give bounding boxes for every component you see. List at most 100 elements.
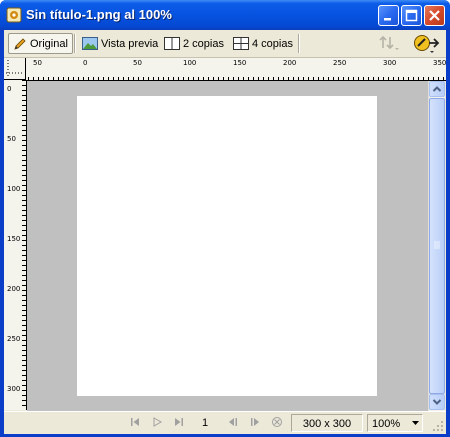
vertical-ruler[interactable]: 0 50 100 150 200 250 300 (4, 80, 27, 410)
stop-button[interactable] (270, 416, 284, 430)
ruler-label: 300 (383, 59, 397, 67)
ruler-tick (22, 370, 26, 371)
tab-2-up[interactable]: 2 copias (160, 33, 228, 54)
close-icon (429, 10, 440, 21)
minimize-icon (384, 18, 391, 21)
ruler-tick (338, 77, 339, 80)
ruler-tick (293, 77, 294, 80)
ruler-corner[interactable] (4, 58, 26, 80)
resize-grip-icon[interactable] (432, 420, 444, 432)
last-frame-button[interactable] (172, 416, 186, 430)
ruler-tick (22, 175, 26, 176)
ruler-tick (22, 360, 26, 361)
ruler-tick (53, 77, 54, 80)
ruler-tick (158, 77, 159, 80)
title-bar[interactable]: Sin título-1.png al 100% (0, 0, 450, 30)
ruler-tick (22, 190, 26, 191)
ruler-tick (22, 330, 26, 331)
ruler-tick (22, 210, 26, 211)
ruler-tick (93, 77, 94, 80)
ruler-tick (68, 77, 69, 80)
grip-icon (434, 241, 440, 249)
four-panes-icon (233, 37, 249, 50)
minimize-button[interactable] (378, 5, 399, 26)
ruler-tick (22, 115, 26, 116)
ruler-tick (28, 77, 29, 80)
ruler-tick (22, 350, 26, 351)
ruler-tick (418, 77, 419, 80)
status-bar: 1 300 x 300 100% (4, 411, 446, 434)
document-canvas[interactable] (77, 96, 377, 396)
maximize-icon (405, 9, 418, 22)
tab-original[interactable]: Original (8, 33, 73, 54)
ruler-tick (22, 170, 26, 171)
ruler-tick (403, 77, 404, 80)
ruler-tick (98, 77, 99, 80)
ruler-tick (363, 77, 364, 80)
tab-preview[interactable]: Vista previa (78, 33, 162, 54)
ruler-tick (22, 225, 26, 226)
first-frame-button[interactable] (128, 416, 142, 430)
ruler-tick (22, 120, 26, 121)
ruler-tick (283, 77, 284, 80)
scroll-thumb[interactable] (429, 98, 445, 394)
ruler-tick (22, 200, 26, 201)
ruler-tick (22, 290, 26, 291)
ruler-label: 100 (183, 59, 197, 67)
ruler-tick (273, 77, 274, 80)
ruler-tick (343, 77, 344, 80)
ruler-tick (313, 77, 314, 80)
landscape-image-icon (82, 37, 98, 50)
canvas-pasteboard[interactable] (27, 81, 428, 411)
ruler-tick (22, 295, 26, 296)
scroll-up-button[interactable] (429, 81, 445, 97)
next-frame-button[interactable] (248, 416, 262, 430)
ruler-tick (22, 165, 26, 166)
window-title: Sin título-1.png al 100% (26, 7, 172, 22)
ruler-label: 200 (7, 285, 21, 293)
ruler-tick (123, 77, 124, 80)
ruler-tick (73, 77, 74, 80)
ruler-tick (22, 315, 26, 316)
ruler-tick (48, 77, 49, 80)
ruler-tick (22, 250, 26, 251)
last-frame-icon (175, 418, 183, 426)
view-toolbar: Original Vista previa 2 copias 4 copias (4, 30, 446, 58)
ruler-tick (138, 77, 139, 80)
ruler-tick (118, 77, 119, 80)
horizontal-ruler[interactable]: 50 0 50 100 150 200 250 300 350 (26, 58, 446, 81)
close-button[interactable] (424, 5, 445, 26)
ruler-tick (22, 395, 26, 396)
ruler-tick (433, 77, 434, 80)
ruler-tick (83, 77, 84, 80)
ruler-label: 150 (233, 59, 247, 67)
ruler-tick (173, 77, 174, 80)
ruler-tick (22, 185, 26, 186)
ruler-tick (148, 77, 149, 80)
scroll-down-button[interactable] (429, 394, 445, 410)
previous-frame-button[interactable] (226, 416, 240, 430)
ruler-tick (388, 77, 389, 80)
maximize-button[interactable] (401, 5, 422, 26)
tab-preview-label: Vista previa (101, 37, 159, 50)
play-button[interactable] (150, 416, 164, 430)
launch-editor-icon[interactable] (412, 33, 442, 55)
ruler-tick (223, 77, 224, 80)
tab-original-label: Original (30, 37, 68, 50)
first-frame-icon (131, 418, 139, 426)
ruler-label: 300 (7, 385, 21, 393)
ruler-tick (22, 405, 26, 406)
ruler-tick (22, 215, 26, 216)
tab-4-up[interactable]: 4 copias (229, 33, 297, 54)
ruler-label: 100 (7, 185, 21, 193)
vertical-scrollbar[interactable] (428, 81, 445, 411)
ruler-tick (33, 77, 34, 80)
sort-arrows-icon[interactable] (378, 35, 400, 53)
ruler-tick (22, 355, 26, 356)
ruler-tick (378, 77, 379, 80)
ruler-tick (22, 80, 26, 81)
ruler-tick (298, 77, 299, 80)
zoom-select[interactable]: 100% (367, 414, 423, 432)
ruler-tick (22, 255, 26, 256)
ruler-tick (163, 77, 164, 80)
